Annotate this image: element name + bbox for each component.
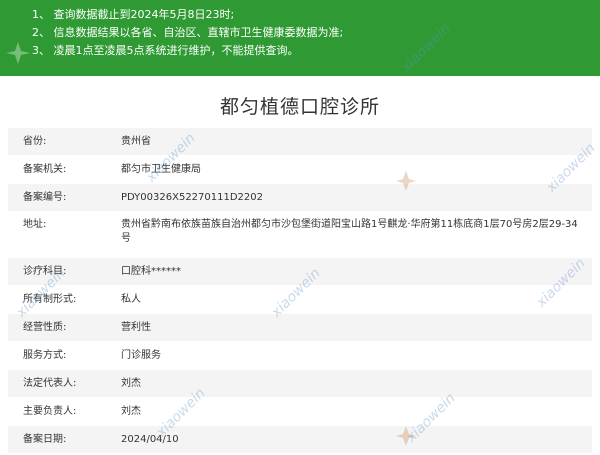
row-label: 法定代表人: [23, 377, 77, 389]
table-row: 诊疗科目: 口腔科****** [8, 258, 592, 286]
table-row: 所有制形式: 私人 [8, 286, 592, 314]
row-value: 口腔科****** [121, 265, 181, 277]
row-label: 省份: [23, 135, 47, 147]
table-row: 服务方式: 门诊服务 [8, 342, 592, 370]
notice-line: 2、 信息数据结果以各省、自治区、直辖市卫生健康委数据为准; [32, 26, 344, 39]
row-value: 都匀市卫生健康局 [121, 163, 201, 175]
table-row: 地址: 贵州省黔南布依族苗族自治州都匀市沙包堡街道阳宝山路1号麒龙·华府第11栋… [8, 212, 592, 258]
row-label: 服务方式: [23, 349, 67, 361]
row-value: 门诊服务 [121, 349, 161, 361]
table-row: 省份: 贵州省 [8, 128, 592, 156]
table-row: 主要负责人: 刘杰 [8, 398, 592, 426]
row-value: 刘杰 [121, 405, 141, 417]
row-label: 主要负责人: [23, 405, 77, 417]
row-label: 诊疗科目: [23, 265, 67, 277]
row-value: 2024/04/10 [121, 433, 179, 445]
table-row: 经营性质: 营利性 [8, 314, 592, 342]
table-row: 备案日期: 2024/04/10 [8, 426, 592, 454]
info-table: 省份: 贵州省 备案机关: 都匀市卫生健康局 备案编号: PDY00326X52… [8, 128, 592, 454]
row-label: 备案日期: [23, 433, 67, 445]
row-label: 备案机关: [23, 163, 67, 175]
row-value: 刘杰 [121, 377, 141, 389]
row-value: 贵州省 [121, 135, 151, 147]
table-row: 法定代表人: 刘杰 [8, 370, 592, 398]
notice-line: 3、 凌晨1点至凌晨5点系统进行维护，不能提供查询。 [32, 44, 299, 57]
row-value: 贵州省黔南布依族苗族自治州都匀市沙包堡街道阳宝山路1号麒龙·华府第11栋底商1层… [121, 219, 578, 244]
row-label: 经营性质: [23, 321, 67, 333]
row-label: 备案编号: [23, 191, 67, 203]
table-row: 备案编号: PDY00326X52270111D2202 [8, 184, 592, 212]
row-value: PDY00326X52270111D2202 [121, 191, 264, 203]
page-title: 都匀植德口腔诊所 [219, 96, 380, 118]
notice-line: 1、 查询数据截止到2024年5月8日23时; [32, 8, 235, 21]
notice-banner: 1、 查询数据截止到2024年5月8日23时; 2、 信息数据结果以各省、自治区… [0, 0, 600, 76]
row-value: 私人 [121, 293, 141, 305]
row-label: 所有制形式: [23, 293, 77, 305]
row-label: 地址: [23, 219, 47, 230]
row-value: 营利性 [121, 321, 151, 333]
table-row: 备案机关: 都匀市卫生健康局 [8, 156, 592, 184]
